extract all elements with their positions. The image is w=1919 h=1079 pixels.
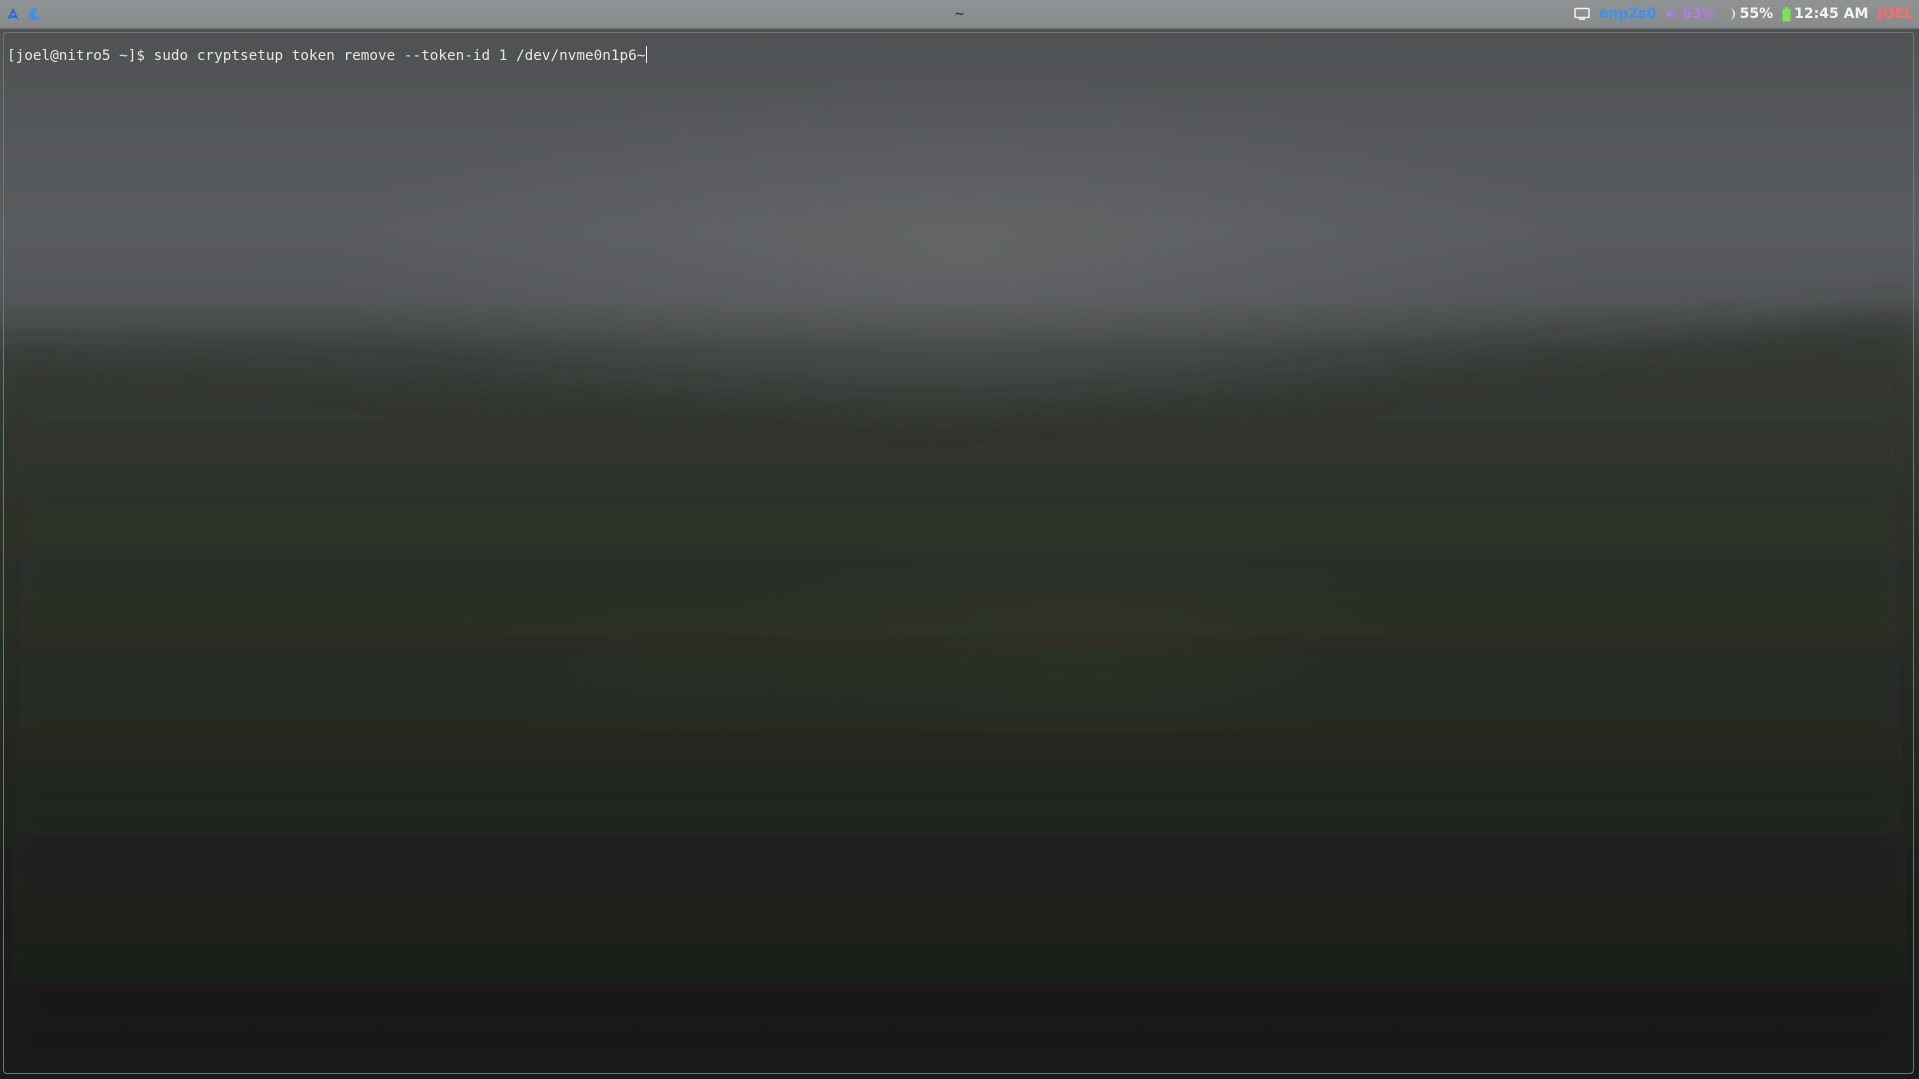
text-cursor [646, 46, 648, 63]
command-input[interactable]: sudo cryptsetup token remove --token-id … [154, 48, 646, 64]
network-indicator[interactable]: enp2s0 [1599, 6, 1656, 22]
arch-linux-icon[interactable] [6, 7, 20, 21]
volume-indicator[interactable]: 63% [1665, 6, 1716, 22]
user-menu[interactable]: JOEL [1877, 6, 1913, 22]
panel-left [6, 0, 42, 28]
night-mode-icon [1725, 7, 1737, 21]
volume-label: 63% [1682, 6, 1716, 22]
terminal-command-line[interactable]: [joel@nitro5 ~]$ sudo cryptsetup token r… [7, 46, 648, 64]
terminal-window[interactable]: [joel@nitro5 ~]$ sudo cryptsetup token r… [3, 32, 1914, 1074]
brightness-label: 55% [1739, 6, 1774, 22]
brightness-indicator[interactable]: 55% [1725, 6, 1774, 22]
moon-crescent-icon[interactable] [28, 7, 42, 21]
user-label: JOEL [1877, 6, 1913, 22]
battery-indicator[interactable]: 12:45 AM [1782, 6, 1868, 22]
clock-label: 12:45 AM [1794, 6, 1869, 22]
top-panel: ~ enp2s0 63% 55% 12:45 AM JOEL [0, 0, 1919, 29]
network-label: enp2s0 [1598, 6, 1657, 22]
system-tray: enp2s0 63% 55% 12:45 AM JOEL [1574, 0, 1913, 28]
battery-icon [1782, 6, 1791, 22]
shell-prompt: [joel@nitro5 ~]$ [7, 48, 154, 64]
window-title: ~ [954, 6, 965, 22]
speaker-icon [1665, 7, 1679, 21]
display-icon[interactable] [1574, 7, 1590, 21]
